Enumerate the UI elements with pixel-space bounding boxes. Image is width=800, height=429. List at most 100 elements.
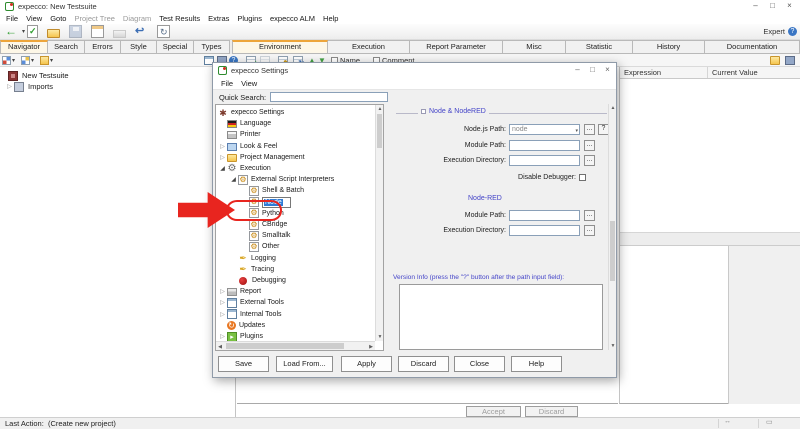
field-input-node-js-path[interactable]: node▾ bbox=[509, 124, 580, 135]
print-icon[interactable] bbox=[113, 30, 126, 38]
save-edit-icon[interactable] bbox=[785, 56, 795, 65]
quick-search-input[interactable] bbox=[270, 92, 388, 102]
field-input-module-path[interactable] bbox=[509, 210, 580, 221]
group-toggle-icon[interactable] bbox=[421, 109, 426, 114]
load-from-button[interactable]: Load From... bbox=[276, 356, 333, 372]
field-input-execution-directory[interactable] bbox=[509, 155, 580, 166]
field-input-execution-directory[interactable] bbox=[509, 225, 580, 236]
menu-view[interactable]: View bbox=[22, 13, 46, 24]
combo-arrow-icon[interactable]: ▾ bbox=[575, 127, 578, 136]
settings-item-external-tools[interactable]: ▷External Tools bbox=[216, 297, 375, 308]
dialog-maximize-button[interactable]: □ bbox=[585, 64, 600, 76]
open-folder-icon[interactable] bbox=[47, 29, 60, 38]
form-vertical-scrollbar[interactable]: ▲ ▼ bbox=[608, 104, 616, 350]
settings-item-other[interactable]: ⚙Other bbox=[216, 241, 375, 252]
layout-icon[interactable]: ▭ bbox=[766, 418, 773, 426]
tab-types[interactable]: Types bbox=[194, 40, 230, 54]
dialog-discard-button[interactable]: Discard bbox=[398, 356, 449, 372]
folder-view-dropdown[interactable]: ▾ bbox=[40, 56, 53, 65]
browse-button[interactable]: ... bbox=[584, 124, 595, 135]
settings-item-updates[interactable]: ↻Updates bbox=[216, 320, 375, 331]
menu-extras[interactable]: Extras bbox=[204, 13, 233, 24]
menu-help[interactable]: Help bbox=[319, 13, 342, 24]
tree-filter-dropdown[interactable]: ▾ bbox=[21, 56, 34, 65]
dialog-close-button[interactable]: Close bbox=[454, 356, 505, 372]
tab-navigator[interactable]: Navigator bbox=[0, 40, 48, 54]
settings-item-project-management[interactable]: ▷Project Management bbox=[216, 152, 375, 163]
tab-style[interactable]: Style bbox=[121, 40, 157, 54]
settings-item-report[interactable]: ▷Report bbox=[216, 286, 375, 297]
column-current-value[interactable]: Current Value bbox=[708, 67, 800, 78]
settings-item-language[interactable]: Language bbox=[216, 118, 375, 129]
new-window-icon[interactable] bbox=[91, 25, 104, 38]
accept-button[interactable]: Accept bbox=[466, 406, 521, 417]
menu-goto[interactable]: Goto bbox=[46, 13, 70, 24]
dialog-menu-file[interactable]: File bbox=[217, 78, 237, 89]
settings-item-external-script-interpreters[interactable]: ◢⚙External Script Interpreters bbox=[216, 174, 375, 185]
tab-misc[interactable]: Misc bbox=[503, 40, 566, 54]
tab-errors[interactable]: Errors bbox=[85, 40, 121, 54]
tab-documentation[interactable]: Documentation bbox=[705, 40, 800, 54]
save-button[interactable]: Save bbox=[218, 356, 269, 372]
panel-splitter[interactable] bbox=[620, 232, 800, 246]
tab-special[interactable]: Special bbox=[157, 40, 194, 54]
tab-statistic[interactable]: Statistic bbox=[566, 40, 633, 54]
settings-item-internal-tools[interactable]: ▷Internal Tools bbox=[216, 309, 375, 320]
menu-project-tree[interactable]: Project Tree bbox=[70, 13, 118, 24]
browse-button[interactable]: ... bbox=[584, 140, 595, 151]
form-vscroll-thumb[interactable] bbox=[610, 221, 615, 281]
disable-debugger-checkbox[interactable] bbox=[579, 174, 586, 181]
menu-plugins[interactable]: Plugins bbox=[233, 13, 266, 24]
maximize-button[interactable]: □ bbox=[764, 0, 781, 12]
tree-vscroll-thumb[interactable] bbox=[377, 114, 382, 148]
settings-item-shell-batch[interactable]: ⚙Shell & Batch bbox=[216, 185, 375, 196]
column-expression[interactable]: Expression bbox=[620, 67, 708, 78]
menu-test-results[interactable]: Test Results bbox=[155, 13, 204, 24]
settings-item-look-feel[interactable]: ▷Look & Feel bbox=[216, 141, 375, 152]
help-icon[interactable]: ? bbox=[788, 27, 797, 36]
browse-button[interactable]: ... bbox=[584, 155, 595, 166]
dialog-minimize-button[interactable]: – bbox=[570, 64, 585, 76]
version-info-box[interactable] bbox=[399, 284, 603, 350]
dialog-menu-view[interactable]: View bbox=[237, 78, 261, 89]
menu-file[interactable]: File bbox=[2, 13, 22, 24]
tree-item-imports[interactable]: ▷Imports bbox=[0, 81, 230, 92]
dialog-apply-button[interactable]: Apply bbox=[341, 356, 392, 372]
settings-item-debugging[interactable]: Debugging bbox=[216, 275, 375, 286]
resize-icon[interactable]: ↔ bbox=[724, 418, 731, 425]
field-input-module-path[interactable] bbox=[509, 140, 580, 151]
tab-history[interactable]: History bbox=[633, 40, 705, 54]
tree-item-new-testsuite[interactable]: New Testsuite bbox=[0, 70, 230, 81]
settings-item-tracing[interactable]: ✒Tracing bbox=[216, 264, 375, 275]
menu-expecco-alm[interactable]: expecco ALM bbox=[266, 13, 319, 24]
undo-icon[interactable] bbox=[135, 25, 148, 38]
settings-item-printer[interactable]: Printer bbox=[216, 129, 375, 140]
dialog-help-button[interactable]: Help bbox=[511, 356, 562, 372]
save-icon[interactable] bbox=[69, 25, 82, 38]
settings-item-plugins[interactable]: ▷▸Plugins bbox=[216, 331, 375, 341]
back-icon[interactable] bbox=[5, 25, 18, 38]
menu-diagram[interactable]: Diagram bbox=[119, 13, 155, 24]
tab-search[interactable]: Search bbox=[48, 40, 85, 54]
folder-icon bbox=[227, 154, 237, 162]
tab-environment[interactable]: Environment bbox=[232, 40, 328, 54]
settings-item-smalltalk[interactable]: ⚙Smalltalk bbox=[216, 230, 375, 241]
settings-item-logging[interactable]: ✒Logging bbox=[216, 253, 375, 264]
new-testsuite-icon[interactable] bbox=[27, 25, 38, 38]
settings-item-execution[interactable]: ◢⚙Execution bbox=[216, 163, 375, 174]
close-button[interactable]: × bbox=[781, 0, 798, 12]
settings-item-expecco-settings[interactable]: ✱expecco Settings bbox=[216, 107, 375, 118]
tree-hscroll-thumb[interactable] bbox=[226, 343, 344, 349]
open-folder-icon[interactable] bbox=[770, 56, 780, 65]
browse-button[interactable]: ... bbox=[584, 225, 595, 236]
tree-horizontal-scrollbar[interactable]: ◀ ▶ bbox=[216, 341, 375, 350]
tab-execution[interactable]: Execution bbox=[328, 40, 410, 54]
tree-vertical-scrollbar[interactable]: ▲ ▼ bbox=[375, 105, 383, 341]
browse-button[interactable]: ... bbox=[584, 210, 595, 221]
history-icon[interactable] bbox=[157, 25, 170, 38]
tab-report-parameter[interactable]: Report Parameter bbox=[410, 40, 503, 54]
dialog-close-button[interactable]: × bbox=[600, 64, 615, 76]
minimize-button[interactable]: – bbox=[747, 0, 764, 12]
discard-button[interactable]: Discard bbox=[525, 406, 578, 417]
tree-view-mode-dropdown[interactable]: ▾ bbox=[2, 56, 15, 65]
